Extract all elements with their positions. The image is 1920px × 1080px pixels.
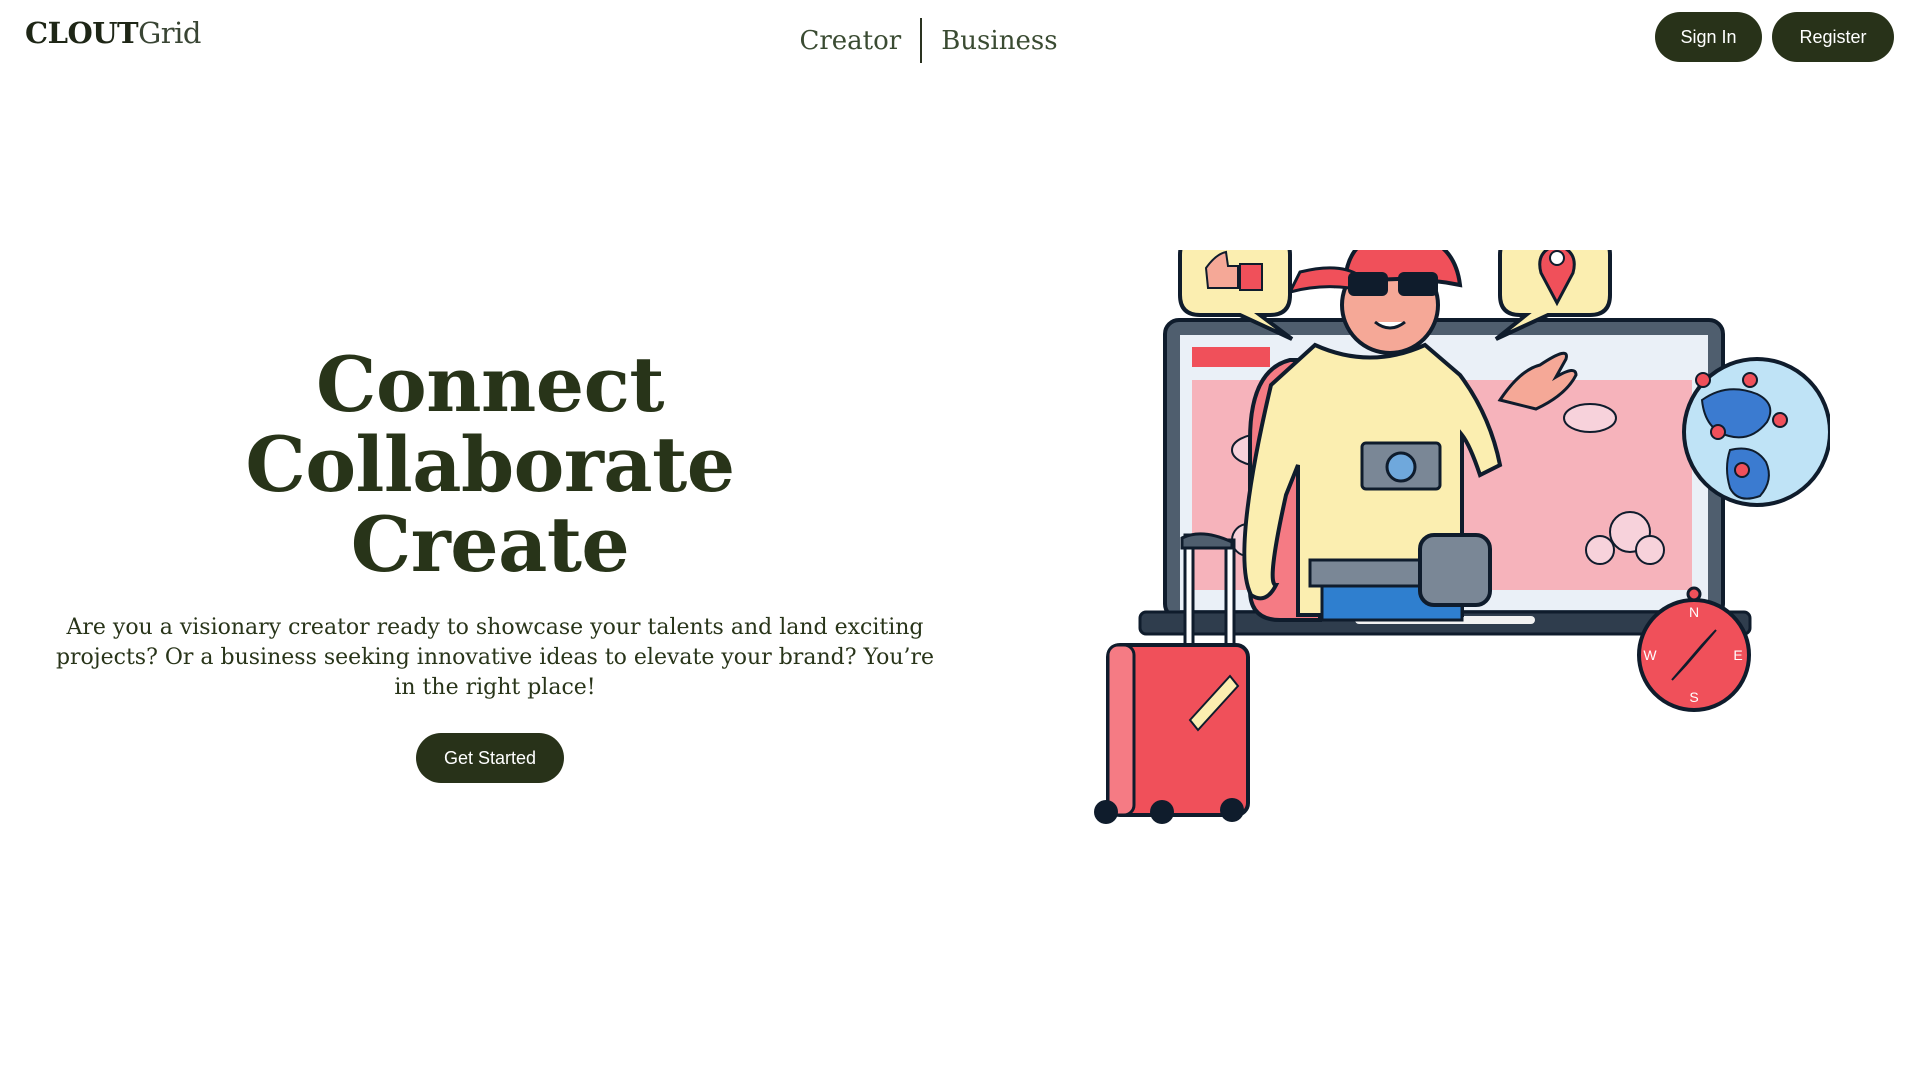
compass-north: N — [1689, 604, 1699, 620]
hero-heading-line-create: Create — [350, 500, 630, 589]
sign-in-button[interactable]: Sign In — [1655, 12, 1762, 62]
auth-buttons: Sign In Register — [1655, 12, 1894, 62]
hero-section: Connect Collaborate Create Are you a vis… — [55, 345, 934, 783]
top-nav: Creator Business — [0, 18, 1920, 63]
nav-creator[interactable]: Creator — [780, 19, 920, 63]
compass-south: S — [1689, 689, 1698, 705]
nav-business[interactable]: Business — [922, 19, 1076, 63]
traveler-illustration: N E S W — [1094, 250, 1830, 824]
compass-west: W — [1643, 647, 1657, 663]
register-button[interactable]: Register — [1772, 12, 1894, 62]
hero-heading-line-collaborate: Collaborate — [245, 420, 735, 509]
hero-heading-line-connect: Connect — [316, 340, 664, 429]
compass-east: E — [1733, 647, 1742, 663]
get-started-button[interactable]: Get Started — [416, 733, 564, 783]
hero-heading: Connect Collaborate Create — [55, 345, 925, 585]
globe-illustration — [1682, 357, 1830, 507]
hero-description: Are you a visionary creator ready to sho… — [55, 615, 935, 700]
